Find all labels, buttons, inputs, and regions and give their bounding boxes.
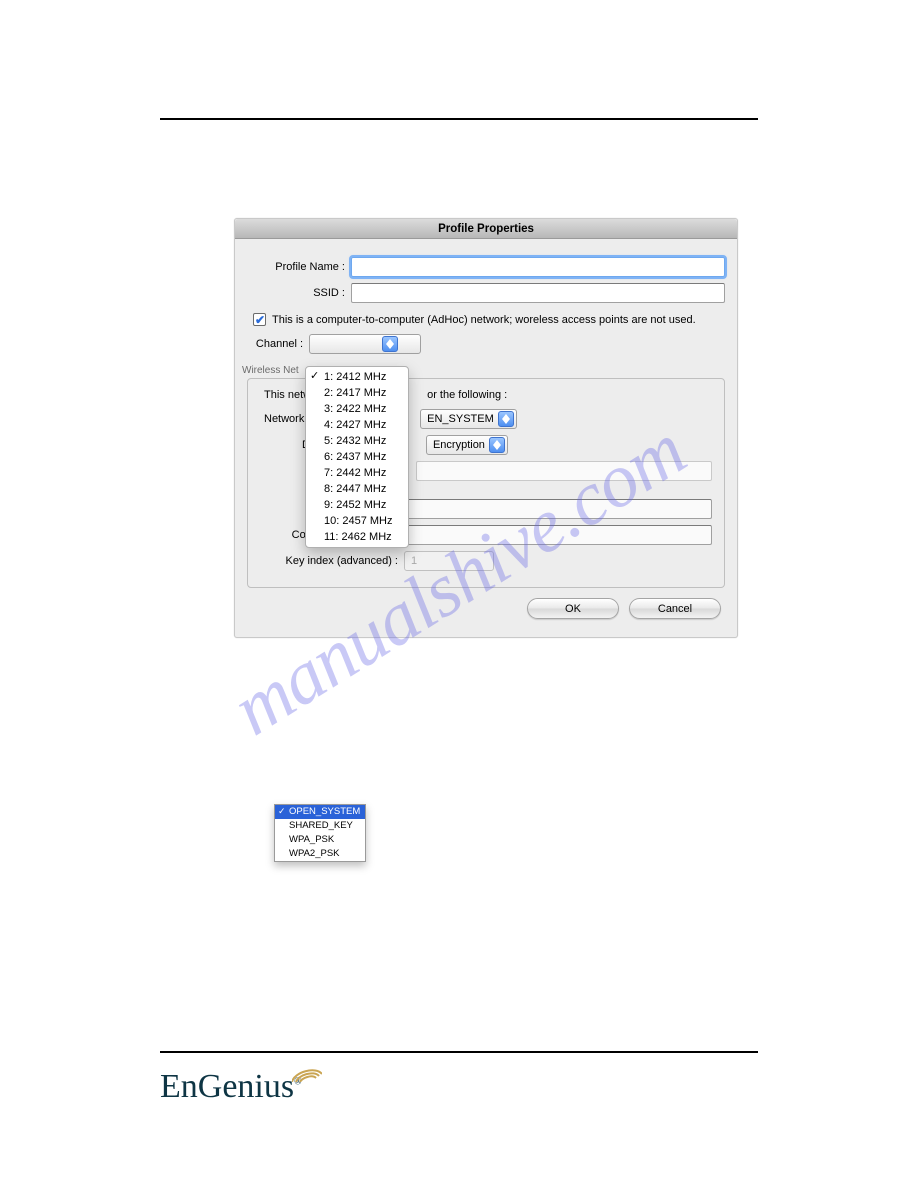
network-auth-dropdown-menu[interactable]: OPEN_SYSTEM SHARED_KEY WPA_PSK WPA2_PSK — [274, 804, 366, 862]
top-horizontal-rule — [160, 118, 758, 120]
check-icon: ✔ — [255, 313, 265, 327]
adhoc-checkbox[interactable]: ✔ — [253, 313, 266, 326]
channel-option[interactable]: 3: 2422 MHz — [306, 401, 408, 417]
network-auth-value: EN_SYSTEM — [427, 413, 494, 425]
profile-properties-dialog: Profile Properties Profile Name : SSID :… — [234, 218, 738, 638]
dialog-title: Profile Properties — [438, 223, 534, 235]
adhoc-label: This is a computer-to-computer (AdHoc) n… — [272, 314, 696, 326]
this-network-text-left: This netw — [260, 389, 311, 401]
confirm-key-input[interactable] — [404, 525, 712, 545]
profile-name-label: Profile Name : — [247, 261, 351, 273]
select-stepper-icon — [498, 411, 514, 427]
key-index-row: Key index (advanced) : 1 — [260, 551, 712, 571]
ssid-row: SSID : — [247, 283, 725, 303]
channel-option[interactable]: 7: 2442 MHz — [306, 465, 408, 481]
key-index-label: Key index (advanced) : — [260, 555, 404, 567]
auth-option[interactable]: OPEN_SYSTEM — [275, 805, 365, 819]
data-encryption-select[interactable]: Encryption — [426, 435, 508, 455]
channel-option[interactable]: 8: 2447 MHz — [306, 481, 408, 497]
readonly-field — [416, 461, 712, 481]
channel-label: Channel : — [247, 338, 309, 350]
ok-button[interactable]: OK — [527, 598, 619, 619]
brand-name: EnGenius — [160, 1068, 294, 1105]
cancel-button-label: Cancel — [658, 603, 692, 615]
this-network-text-right: or the following : — [427, 389, 507, 401]
channel-row: Channel : 1: 2412 MHz — [247, 334, 725, 354]
dialog-buttons-row: OK Cancel — [247, 588, 725, 625]
channel-option[interactable]: 11: 2462 MHz — [306, 529, 408, 545]
profile-name-input[interactable] — [351, 257, 725, 277]
ok-button-label: OK — [565, 603, 581, 615]
cancel-button[interactable]: Cancel — [629, 598, 721, 619]
channel-option[interactable]: 10: 2457 MHz — [306, 513, 408, 529]
data-encryption-label: D — [260, 439, 310, 451]
wifi-arc-icon — [292, 1064, 322, 1082]
key-index-value: 1 — [411, 555, 417, 567]
channel-dropdown-menu[interactable]: 1: 2412 MHz 2: 2417 MHz 3: 2422 MHz 4: 2… — [305, 366, 409, 548]
channel-option[interactable]: 9: 2452 MHz — [306, 497, 408, 513]
channel-select[interactable]: 1: 2412 MHz — [309, 334, 421, 354]
channel-option[interactable]: 1: 2412 MHz — [306, 369, 408, 385]
auth-option[interactable]: WPA_PSK — [275, 833, 365, 847]
network-key-input[interactable] — [404, 499, 712, 519]
key-index-select: 1 — [404, 551, 494, 571]
profile-name-row: Profile Name : — [247, 257, 725, 277]
channel-option[interactable]: 6: 2437 MHz — [306, 449, 408, 465]
ssid-input[interactable] — [351, 283, 725, 303]
data-encryption-value: Encryption — [433, 439, 485, 451]
channel-option[interactable]: 4: 2427 MHz — [306, 417, 408, 433]
auth-option[interactable]: SHARED_KEY — [275, 819, 365, 833]
dialog-titlebar: Profile Properties — [235, 219, 737, 239]
select-stepper-icon — [382, 336, 398, 352]
channel-option[interactable]: 5: 2432 MHz — [306, 433, 408, 449]
fieldset-legend: Wireless Net — [238, 365, 303, 376]
engenius-logo: EnGenius® — [160, 1068, 302, 1106]
select-stepper-icon — [489, 437, 505, 453]
adhoc-row: ✔ This is a computer-to-computer (AdHoc)… — [253, 313, 725, 326]
bottom-horizontal-rule — [160, 1051, 758, 1053]
ssid-label: SSID : — [247, 287, 351, 299]
auth-option[interactable]: WPA2_PSK — [275, 847, 365, 861]
dialog-body: Profile Name : SSID : ✔ This is a comput… — [235, 239, 737, 637]
network-auth-select[interactable]: EN_SYSTEM — [420, 409, 517, 429]
channel-option[interactable]: 2: 2417 MHz — [306, 385, 408, 401]
